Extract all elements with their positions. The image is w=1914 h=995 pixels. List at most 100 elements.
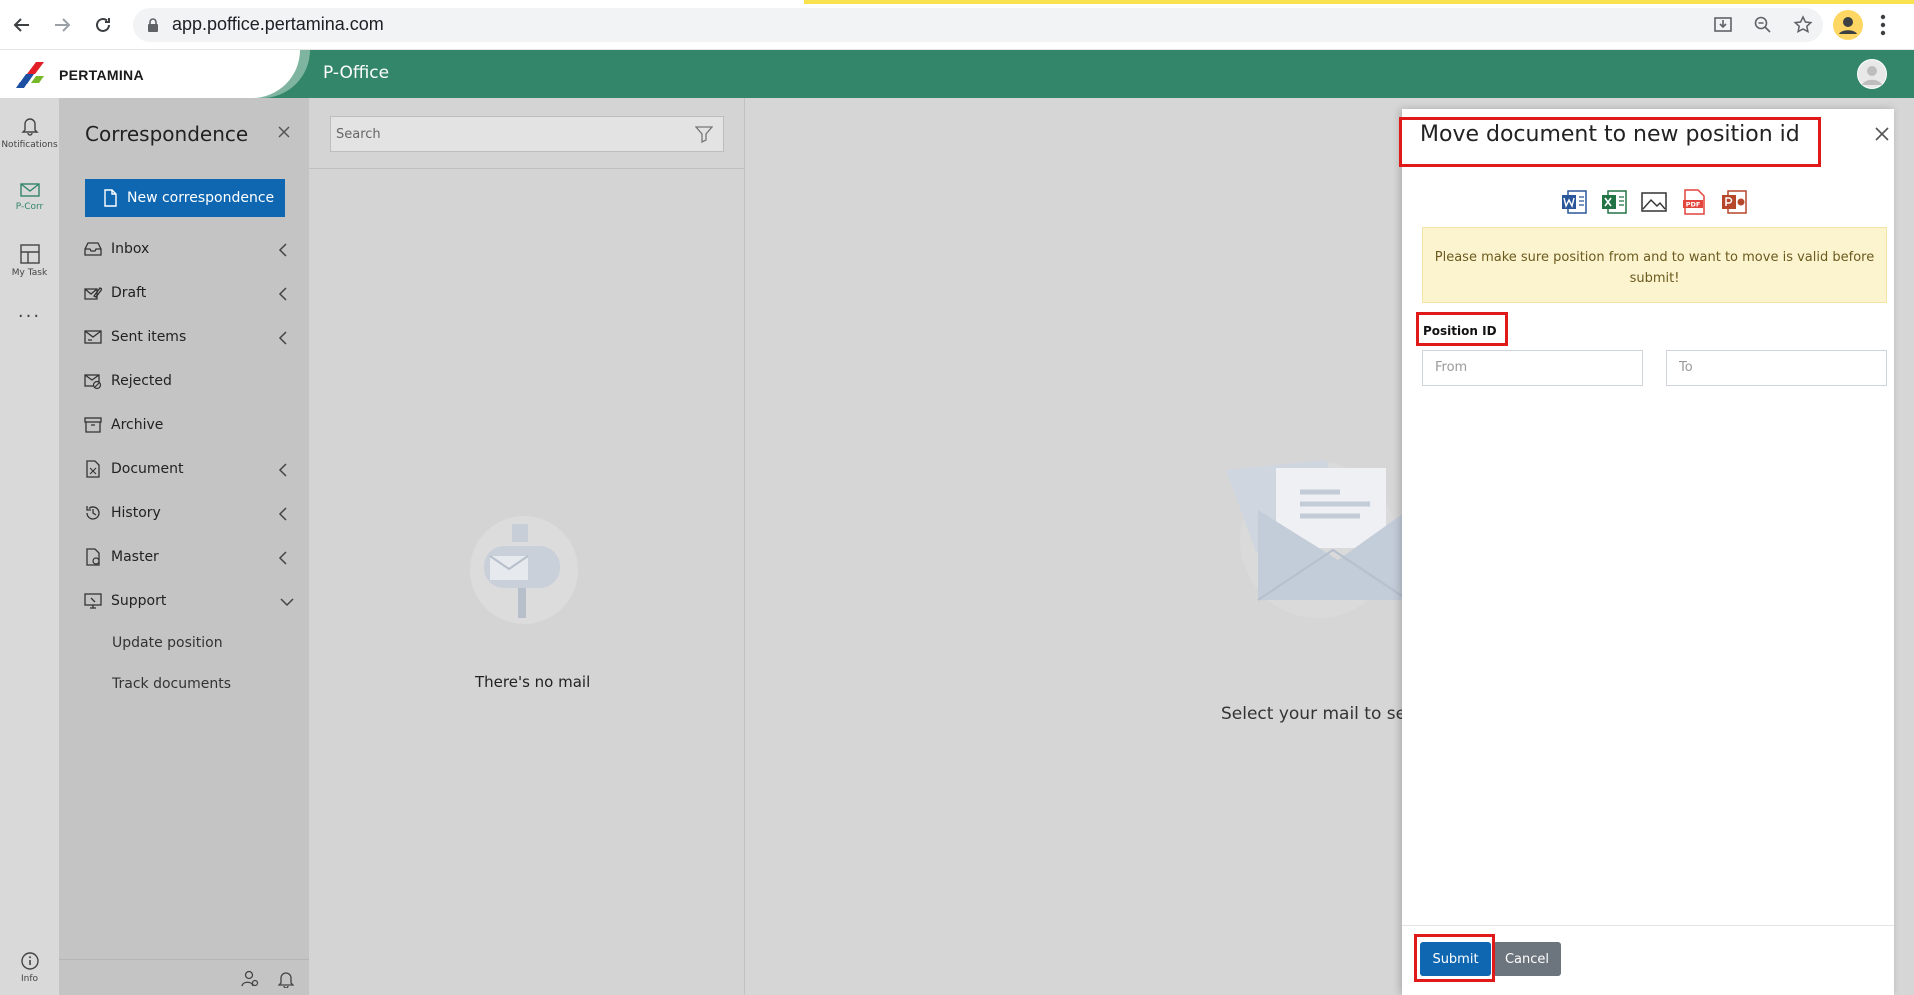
new-document-icon <box>104 189 117 207</box>
icon-rail <box>0 98 59 995</box>
menu-item-rejected[interactable]: Rejected <box>84 369 294 395</box>
menu-item-sent-items[interactable]: Sent items <box>84 325 294 351</box>
cancel-button[interactable]: Cancel <box>1493 942 1561 976</box>
submit-highlight-box <box>1414 934 1495 982</box>
chevron-left-icon <box>278 551 287 565</box>
label-highlight-box <box>1416 312 1508 346</box>
pdf-icon: PDF <box>1683 189 1705 215</box>
menu-item-support[interactable]: Support <box>84 589 294 615</box>
word-icon <box>1562 190 1587 214</box>
position-to-input[interactable]: To <box>1666 350 1887 386</box>
chevron-left-icon <box>278 243 287 257</box>
menu-label-sent-items: Sent items <box>111 329 187 345</box>
person-icon <box>1839 17 1857 34</box>
reading-empty-text: Select your mail to see d <box>1221 704 1433 724</box>
arrow-right-icon <box>55 18 71 32</box>
empty-mailbox-illustration <box>470 516 578 624</box>
panel-footer-divider <box>59 959 309 960</box>
url-text: app.poffice.pertamina.com <box>172 14 384 34</box>
user-avatar[interactable] <box>1857 59 1887 89</box>
search-placeholder: Search <box>336 127 381 142</box>
chevron-down-icon <box>280 598 294 607</box>
search-divider <box>309 168 745 169</box>
menu-label-inbox: Inbox <box>111 241 150 257</box>
rail-item-info[interactable]: Info <box>0 952 59 984</box>
zoom-icon[interactable] <box>1753 15 1773 35</box>
archive-icon <box>84 417 102 433</box>
menu-label-master: Master <box>111 549 159 565</box>
history-icon <box>86 506 100 520</box>
browser-profile-button[interactable] <box>1833 10 1863 40</box>
modal-footer-divider <box>1402 925 1894 926</box>
support-icon <box>84 593 102 609</box>
browser-top-accent <box>0 0 1914 4</box>
master-icon <box>86 548 100 566</box>
back-button[interactable] <box>9 12 35 38</box>
address-bar[interactable]: app.poffice.pertamina.com <box>133 8 1823 42</box>
image-icon <box>1641 192 1667 212</box>
rail-item-notifications[interactable]: Notifications <box>0 116 59 150</box>
chevron-left-icon <box>278 507 287 521</box>
menu-label-support: Support <box>111 593 167 609</box>
user-settings-icon[interactable] <box>241 970 259 988</box>
bookmark-star-icon[interactable] <box>1793 15 1813 35</box>
close-icon[interactable] <box>1874 126 1890 142</box>
menu-item-archive[interactable]: Archive <box>84 413 294 439</box>
inbox-icon <box>84 242 102 256</box>
submenu-update-position[interactable]: Update position <box>112 635 223 651</box>
position-from-input[interactable]: From <box>1422 350 1643 386</box>
envelope-illustration <box>1226 460 1408 618</box>
empty-mail-text: There's no mail <box>475 673 591 691</box>
correspondence-title: Correspondence <box>85 122 249 146</box>
search-input[interactable] <box>330 116 724 152</box>
browser-menu-icon[interactable] <box>1880 12 1886 38</box>
rejected-icon <box>84 374 102 390</box>
app-title: P-Office <box>323 63 390 83</box>
warning-alert: Please make sure position from and to wa… <box>1422 227 1887 303</box>
rail-label-p-corr: P-Corr <box>15 202 44 212</box>
menu-item-history[interactable]: History <box>84 501 294 527</box>
title-highlight-box <box>1399 117 1821 167</box>
rail-label-info: Info <box>20 974 39 984</box>
rail-item-my-task[interactable]: My Task <box>0 244 59 278</box>
task-board-icon <box>19 244 40 264</box>
mail-icon <box>19 183 40 197</box>
arrow-left-icon <box>13 18 29 32</box>
powerpoint-icon <box>1722 190 1747 214</box>
menu-item-document[interactable]: Document <box>84 457 294 483</box>
reload-icon <box>96 17 110 32</box>
chevron-left-icon <box>278 287 287 301</box>
logo-text: PERTAMINA <box>59 67 144 83</box>
menu-item-draft[interactable]: Draft <box>84 281 294 307</box>
rail-label-notifications: Notifications <box>1 140 58 150</box>
lock-icon <box>148 18 158 32</box>
document-icon <box>86 460 100 478</box>
menu-item-inbox[interactable]: Inbox <box>84 237 294 263</box>
menu-label-archive: Archive <box>111 417 164 433</box>
pertamina-logo-icon <box>16 62 44 88</box>
menu-item-master[interactable]: Master <box>84 545 294 571</box>
draft-icon <box>84 287 102 300</box>
user-icon <box>1858 60 1886 88</box>
forward-button[interactable] <box>49 12 75 38</box>
chevron-left-icon <box>278 463 287 477</box>
rail-more[interactable]: ··· <box>0 306 59 327</box>
info-icon <box>20 952 39 970</box>
menu-label-document: Document <box>111 461 184 477</box>
excel-icon <box>1602 190 1627 214</box>
submenu-track-documents[interactable]: Track documents <box>112 676 231 692</box>
bell-icon <box>20 118 39 136</box>
reload-button[interactable] <box>90 12 116 38</box>
svg-text:PDF: PDF <box>1686 201 1701 209</box>
install-app-icon[interactable] <box>1713 15 1733 35</box>
new-correspondence-label: New correspondence <box>127 190 275 206</box>
filter-icon[interactable] <box>695 125 713 143</box>
rail-label-my-task: My Task <box>11 268 48 278</box>
new-correspondence-button[interactable]: New correspondence <box>85 179 285 217</box>
menu-label-draft: Draft <box>111 285 147 301</box>
menu-label-history: History <box>111 505 161 521</box>
rail-item-p-corr[interactable]: P-Corr <box>0 182 59 212</box>
bell-icon[interactable] <box>278 970 294 988</box>
close-icon[interactable] <box>277 125 291 139</box>
chevron-left-icon <box>278 331 287 345</box>
